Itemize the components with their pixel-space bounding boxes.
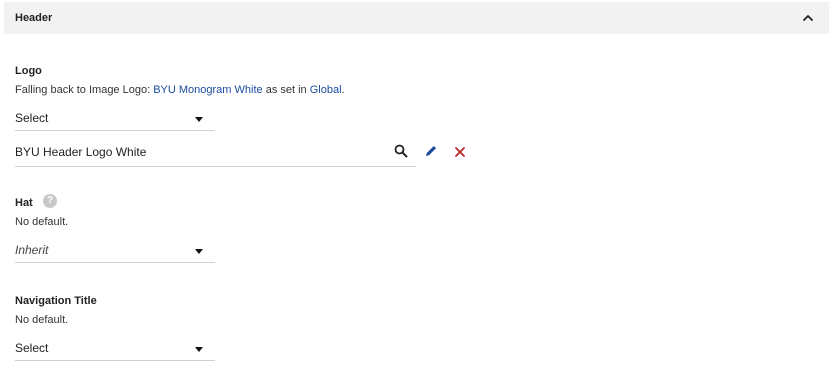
caret-down-icon (195, 347, 203, 352)
logo-help-middle: as set in (262, 84, 310, 96)
search-icon[interactable] (394, 144, 408, 163)
navigation-title-select[interactable]: Select (15, 338, 215, 361)
navigation-title-label: Navigation Title (15, 295, 97, 307)
caret-down-icon (195, 117, 203, 122)
hat-select-value: Inherit (15, 243, 49, 257)
navigation-title-select-value: Select (15, 341, 49, 355)
chevron-up-icon[interactable] (801, 11, 815, 25)
hat-select[interactable]: Inherit (15, 240, 215, 263)
logo-select[interactable]: Select (15, 108, 215, 131)
hat-label: Hat (15, 197, 33, 209)
panel-title: Header (15, 12, 53, 24)
logo-help-text: Falling back to Image Logo: BYU Monogram… (15, 84, 345, 96)
help-circle-icon[interactable]: ? (43, 194, 57, 208)
caret-down-icon (195, 249, 203, 254)
global-link[interactable]: Global (310, 84, 342, 96)
logo-entity-value: BYU Header Logo White (15, 145, 147, 159)
panel-header[interactable]: Header (4, 2, 829, 34)
logo-label: Logo (15, 65, 42, 77)
logo-help-prefix: Falling back to Image Logo: (15, 84, 154, 96)
logo-entity-field[interactable]: BYU Header Logo White (15, 142, 416, 167)
hat-help-text: No default. (15, 216, 69, 228)
logo-help-suffix: . (341, 84, 345, 96)
pencil-icon[interactable] (424, 144, 438, 163)
byu-monogram-white-link[interactable]: BYU Monogram White (153, 84, 262, 96)
close-icon[interactable] (454, 145, 466, 163)
navigation-title-help-text: No default. (15, 314, 69, 326)
logo-select-value: Select (15, 111, 49, 125)
